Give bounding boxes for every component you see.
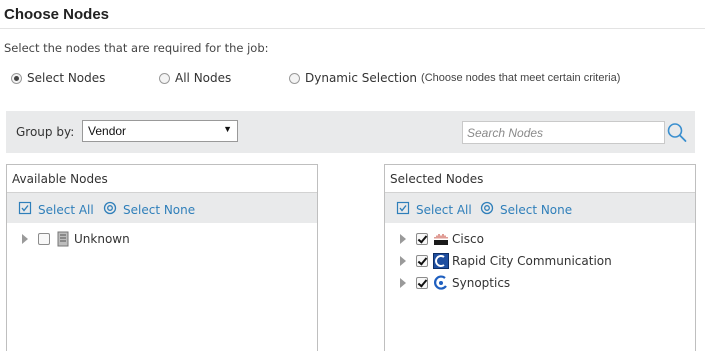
synoptics-logo-icon — [433, 275, 449, 291]
node-checkbox[interactable] — [38, 233, 50, 245]
select-none-label: Select None — [500, 202, 573, 217]
selection-mode-group: Select Nodes All Nodes Dynamic Selection… — [0, 71, 705, 89]
available-select-none-button[interactable]: Select None — [103, 201, 195, 218]
available-actions-bar: Select All Select None — [7, 193, 317, 223]
node-label: Rapid City Communication — [452, 254, 612, 268]
expand-arrow-icon[interactable] — [21, 233, 29, 247]
node-label: Synoptics — [452, 276, 511, 290]
node-label: Unknown — [74, 232, 130, 246]
instructions-text: Select the nodes that are required for t… — [4, 41, 269, 55]
group-search-toolbar: Group by: Vendor ▼ — [6, 111, 695, 153]
available-nodes-panel: Available Nodes Select All Select None U… — [6, 164, 318, 351]
select-none-icon — [480, 201, 494, 218]
cisco-logo-icon — [433, 231, 449, 247]
selected-select-none-button[interactable]: Select None — [480, 201, 572, 218]
title-divider — [0, 28, 705, 29]
group-by-value: Vendor — [88, 124, 127, 138]
group-by-select[interactable]: Vendor ▼ — [82, 120, 238, 142]
selected-actions-bar: Select All Select None — [385, 193, 695, 223]
radio-label: Select Nodes — [27, 71, 106, 85]
page-title: Choose Nodes — [4, 6, 110, 23]
radio-label: Dynamic Selection — [305, 71, 418, 85]
available-nodes-header: Available Nodes — [7, 165, 317, 193]
node-checkbox-checked[interactable] — [416, 255, 428, 267]
expand-arrow-icon[interactable] — [399, 255, 407, 269]
expand-arrow-icon[interactable] — [399, 277, 407, 291]
node-checkbox-checked[interactable] — [416, 277, 428, 289]
tree-node-synoptics[interactable]: Synoptics — [385, 273, 695, 293]
select-all-icon — [396, 201, 410, 218]
tree-node-cisco[interactable]: Cisco — [385, 229, 695, 249]
selected-nodes-header: Selected Nodes — [385, 165, 695, 193]
radio-all-nodes[interactable]: All Nodes — [159, 71, 231, 85]
radio-button[interactable] — [289, 72, 300, 84]
dropdown-arrow-icon: ▼ — [223, 124, 232, 134]
selected-nodes-panel: Selected Nodes Select All Select None Ci… — [384, 164, 696, 351]
radio-note: (Choose nodes that meet certain criteria… — [421, 72, 621, 84]
search-nodes-input[interactable] — [462, 121, 665, 144]
radio-label: All Nodes — [175, 71, 232, 85]
tree-node-rapid-city[interactable]: Rapid City Communication — [385, 251, 695, 271]
select-none-icon — [103, 201, 117, 218]
select-none-label: Select None — [123, 202, 196, 217]
available-select-all-button[interactable]: Select All — [18, 201, 94, 218]
search-icon[interactable] — [666, 121, 688, 144]
radio-dynamic-selection[interactable]: Dynamic Selection (Choose nodes that mee… — [289, 71, 620, 85]
rapid-city-logo-icon — [433, 253, 449, 269]
server-icon — [55, 231, 71, 247]
node-checkbox-checked[interactable] — [416, 233, 428, 245]
expand-arrow-icon[interactable] — [399, 233, 407, 247]
selected-select-all-button[interactable]: Select All — [396, 201, 472, 218]
select-all-label: Select All — [416, 202, 472, 217]
radio-button-selected[interactable] — [11, 72, 22, 84]
node-label: Cisco — [452, 232, 484, 246]
select-all-label: Select All — [38, 202, 94, 217]
group-by-label: Group by: — [16, 125, 75, 139]
radio-select-nodes[interactable]: Select Nodes — [11, 71, 105, 85]
select-all-icon — [18, 201, 32, 218]
radio-button[interactable] — [159, 72, 170, 84]
tree-node-unknown[interactable]: Unknown — [7, 229, 317, 249]
